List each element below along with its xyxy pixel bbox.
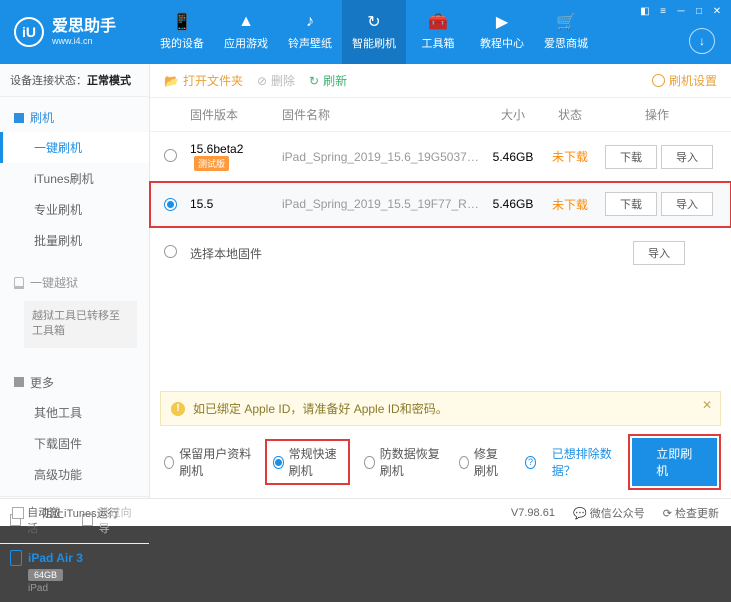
import-button[interactable]: 导入 <box>661 192 713 216</box>
firmware-size: 5.46GB <box>483 197 543 211</box>
nav-ringtone[interactable]: ♪铃声壁纸 <box>278 0 342 64</box>
refresh-icon: ↻ <box>365 13 383 31</box>
brand-title: 爱思助手 <box>52 18 116 36</box>
lock-icon <box>14 277 24 289</box>
sidebar-item-othertools[interactable]: 其他工具 <box>0 397 149 428</box>
download-button[interactable]: 下载 <box>605 145 657 169</box>
import-button[interactable]: 导入 <box>633 241 685 265</box>
opt-anti-recovery[interactable]: 防数据恢复刷机 <box>364 445 442 479</box>
opt-keep-data[interactable]: 保留用户资料刷机 <box>164 445 251 479</box>
refresh-icon: ↻ <box>309 74 319 88</box>
download-icon: ↓ <box>699 34 705 48</box>
exclude-data-link[interactable]: 已想排除数据？ <box>552 445 616 479</box>
skin-button[interactable]: ◧ <box>637 4 653 18</box>
wechat-link[interactable]: 💬 微信公众号 <box>573 505 645 521</box>
folder-icon: 📂 <box>164 74 179 88</box>
nav-flash[interactable]: ↻智能刷机 <box>342 0 406 64</box>
warning-icon: ! <box>171 402 185 416</box>
refresh-button[interactable]: ↻刷新 <box>309 72 347 89</box>
storage-badge: 64GB <box>28 569 63 581</box>
sidebar-item-pro[interactable]: 专业刷机 <box>0 194 149 225</box>
firmware-name: iPad_Spring_2019_15.5_19F77_Restore.ipsw <box>282 197 483 211</box>
nav-tutorial[interactable]: ▶教程中心 <box>470 0 534 64</box>
sidebar-item-oneclick[interactable]: 一键刷机 <box>0 132 149 163</box>
minimize-button[interactable]: ─ <box>673 4 689 18</box>
menu-button[interactable]: ≡ <box>655 4 671 18</box>
music-icon: ♪ <box>301 13 319 31</box>
open-folder-button[interactable]: 📂打开文件夹 <box>164 72 243 89</box>
download-manager-button[interactable]: ↓ <box>689 28 715 54</box>
firmware-radio[interactable] <box>164 149 177 162</box>
sidebar-head-flash[interactable]: 刷机 <box>0 103 149 132</box>
maximize-button[interactable]: □ <box>691 4 707 18</box>
radio-icon <box>459 456 469 469</box>
app-icon: ▲ <box>237 13 255 31</box>
logo-icon: iU <box>14 17 44 47</box>
import-button[interactable]: 导入 <box>661 145 713 169</box>
firmware-radio[interactable] <box>164 198 177 211</box>
block-itunes-label: 阻止iTunes运行 <box>42 505 119 521</box>
sidebar-head-more[interactable]: 更多 <box>0 368 149 397</box>
device-type: iPad <box>28 583 139 594</box>
radio-icon <box>164 456 174 469</box>
firmware-table-header: 固件版本 固件名称 大小 状态 操作 <box>150 98 731 132</box>
nav-toolbox[interactable]: 🧰工具箱 <box>406 0 470 64</box>
nav-store[interactable]: 🛒爱思商城 <box>534 0 598 64</box>
sidebar-head-jailbreak: 一键越狱 <box>0 268 149 297</box>
update-icon: ⟳ <box>663 508 672 520</box>
brand-subtitle: www.i4.cn <box>52 36 116 46</box>
toolbox-icon: 🧰 <box>429 13 447 31</box>
close-button[interactable]: ✕ <box>709 4 725 18</box>
wechat-icon: 💬 <box>573 508 587 520</box>
help-icon[interactable]: ? <box>525 456 535 469</box>
radio-icon <box>273 456 283 469</box>
firmware-radio[interactable] <box>164 245 177 258</box>
local-firmware-row[interactable]: 选择本地固件 导入 <box>150 227 731 279</box>
flash-now-button[interactable]: 立即刷机 <box>632 438 717 486</box>
jailbreak-note: 越狱工具已转移至工具箱 <box>24 301 137 348</box>
version-label: V7.98.61 <box>511 507 555 519</box>
radio-icon <box>364 456 374 469</box>
delete-button[interactable]: ⊘删除 <box>257 72 295 89</box>
block-itunes-checkbox[interactable] <box>12 507 24 519</box>
nav-my-device[interactable]: 📱我的设备 <box>150 0 214 64</box>
warning-close-button[interactable]: ✕ <box>702 398 712 412</box>
appleid-warning: ! 如已绑定 Apple ID，请准备好 Apple ID和密码。 ✕ <box>160 391 721 426</box>
nav-apps[interactable]: ▲应用游戏 <box>214 0 278 64</box>
beta-tag: 测试版 <box>194 156 229 171</box>
cart-icon: 🛒 <box>557 13 575 31</box>
delete-icon: ⊘ <box>257 74 267 88</box>
firmware-row[interactable]: 15.5 iPad_Spring_2019_15.5_19F77_Restore… <box>150 182 731 227</box>
brand-logo: iU 爱思助手 www.i4.cn <box>0 0 150 64</box>
gear-icon <box>652 74 665 87</box>
firmware-row[interactable]: 15.6beta2测试版 iPad_Spring_2019_15.6_19G50… <box>150 132 731 182</box>
phone-icon: 📱 <box>173 13 191 31</box>
firmware-state: 未下载 <box>543 148 597 165</box>
sidebar-item-advanced[interactable]: 高级功能 <box>0 459 149 490</box>
sidebar-item-itunes[interactable]: iTunes刷机 <box>0 163 149 194</box>
device-icon <box>10 550 22 566</box>
connection-status: 设备连接状态：正常模式 <box>0 64 149 97</box>
sidebar-item-batch[interactable]: 批量刷机 <box>0 225 149 256</box>
download-button[interactable]: 下载 <box>605 192 657 216</box>
firmware-state: 未下载 <box>543 196 597 213</box>
square-icon <box>14 113 24 123</box>
opt-normal-flash[interactable]: 常规快速刷机 <box>267 441 348 483</box>
play-icon: ▶ <box>493 13 511 31</box>
firmware-name: iPad_Spring_2019_15.6_19G5037d_Restore.i… <box>282 150 483 164</box>
sidebar-item-download-fw[interactable]: 下载固件 <box>0 428 149 459</box>
check-update-link[interactable]: ⟳ 检查更新 <box>663 505 719 521</box>
firmware-size: 5.46GB <box>483 150 543 164</box>
square-icon <box>14 377 24 387</box>
flash-settings-button[interactable]: 刷机设置 <box>652 72 717 89</box>
opt-repair[interactable]: 修复刷机 <box>459 445 510 479</box>
device-card[interactable]: iPad Air 3 64GB iPad <box>0 543 149 602</box>
